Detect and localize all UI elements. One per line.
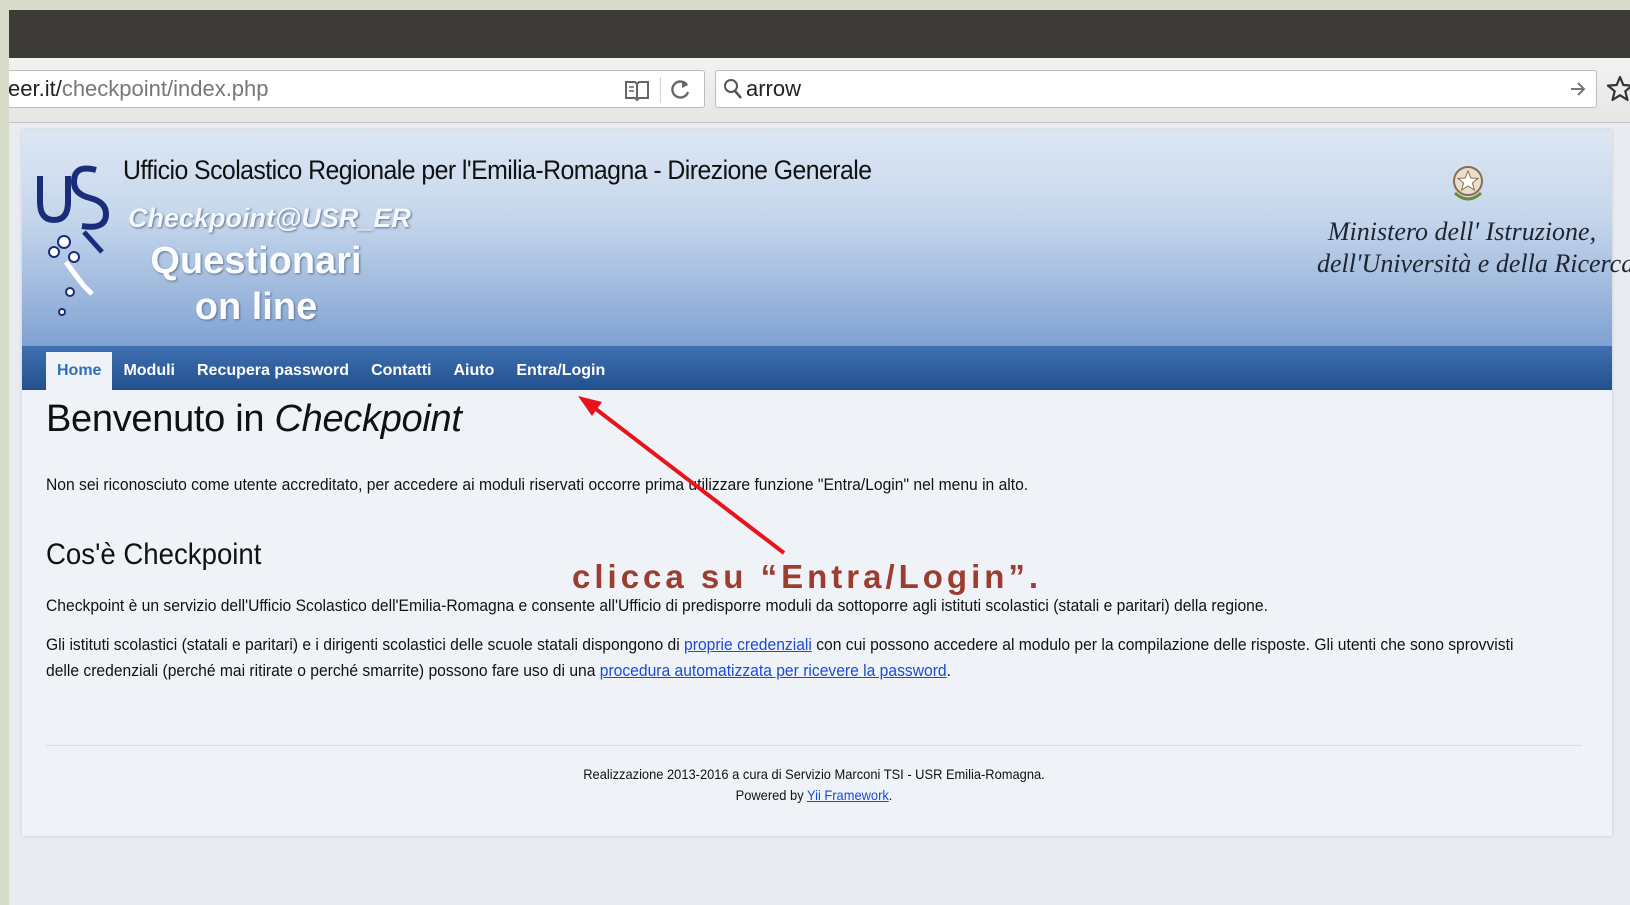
page-title-text: Benvenuto in — [46, 398, 275, 440]
nav-item-entra-login[interactable]: Entra/Login — [505, 352, 616, 390]
url-separator — [660, 77, 661, 103]
footer-powered-by: Powered by Yii Framework. — [107, 785, 1520, 806]
nav-item-home[interactable]: Home — [46, 352, 113, 390]
site-header: Ufficio Scolastico Regionale per l'Emili… — [22, 130, 1630, 390]
nav-item-contatti[interactable]: Contatti — [360, 352, 442, 390]
credentials-text-d: . — [946, 661, 951, 680]
app-subtitle-line1: Questionari — [150, 240, 362, 282]
footer-credits: Realizzazione 2013-2016 a cura di Serviz… — [583, 766, 1045, 782]
url-domain: eer.it/ — [9, 76, 62, 101]
org-title: Ufficio Scolastico Regionale per l'Emili… — [123, 155, 872, 185]
usr-logo-icon — [37, 165, 110, 316]
main-nav: Home Moduli Recupera password Contatti A… — [22, 346, 1612, 390]
section-title: Cos'è Checkpoint — [46, 538, 262, 571]
url-bar[interactable]: eer.it/checkpoint/index.php — [9, 70, 705, 108]
search-input-value: arrow — [746, 76, 802, 101]
ministry-line2: dell'Università e della Ricerca — [1317, 249, 1630, 278]
annotation-text: clicca su “Entra/Login”. — [572, 558, 1043, 595]
credentials-link[interactable]: proprie credenziali — [684, 635, 812, 654]
footer-divider — [46, 745, 1582, 746]
web-page: Ufficio Scolastico Regionale per l'Emili… — [22, 130, 1630, 836]
ministry-line1: Ministero dell' Istruzione, — [1327, 217, 1597, 246]
nav-item-recupera-password[interactable]: Recupera password — [186, 352, 360, 390]
intro-text: Non sei riconosciuto come utente accredi… — [46, 475, 1029, 494]
browser-window: eer.it/checkpoint/index.php arrow Uffici… — [9, 10, 1630, 905]
bookmark-star-icon[interactable] — [1606, 74, 1630, 104]
description-paragraph: Checkpoint è un servizio dell'Ufficio Sc… — [46, 596, 1268, 615]
yii-framework-link[interactable]: Yii Framework — [807, 787, 889, 803]
url-text: eer.it/checkpoint/index.php — [9, 71, 269, 107]
credentials-paragraph: Gli istituti scolastici (statali e parit… — [46, 632, 1527, 684]
ministry-name: Ministero dell' Istruzione, dell'Univers… — [1317, 216, 1630, 280]
nav-item-aiuto[interactable]: Aiuto — [443, 352, 506, 390]
credentials-text-b: con cui possono accedere al modulo per l… — [811, 635, 1514, 654]
app-subtitle: Questionari on line — [142, 238, 370, 330]
republic-emblem-icon — [1453, 166, 1483, 201]
credentials-text-c: delle credenziali (perché mai ritirate o… — [46, 661, 600, 680]
nav-item-moduli[interactable]: Moduli — [112, 352, 186, 390]
reader-view-icon[interactable] — [624, 78, 650, 102]
reload-icon[interactable] — [668, 77, 694, 103]
password-procedure-link[interactable]: procedura automatizzata per ricevere la … — [600, 661, 947, 680]
page-title: Benvenuto in Checkpoint — [46, 398, 462, 441]
page-title-italic: Checkpoint — [274, 398, 462, 440]
search-icon — [724, 79, 742, 99]
page-footer: Realizzazione 2013-2016 a cura di Serviz… — [46, 764, 1582, 806]
browser-toolbar: eer.it/checkpoint/index.php arrow — [9, 58, 1630, 123]
url-path: checkpoint/index.php — [61, 76, 269, 101]
search-go-arrow-icon[interactable] — [1568, 79, 1588, 99]
app-name: Checkpoint@USR_ER — [128, 203, 411, 233]
powered-prefix: Powered by — [735, 787, 807, 803]
search-bar[interactable]: arrow — [715, 70, 1597, 108]
app-subtitle-line2: on line — [194, 286, 318, 328]
powered-suffix: . — [888, 787, 893, 803]
credentials-text-a: Gli istituti scolastici (statali e parit… — [46, 635, 685, 654]
window-titlebar — [9, 10, 1630, 58]
